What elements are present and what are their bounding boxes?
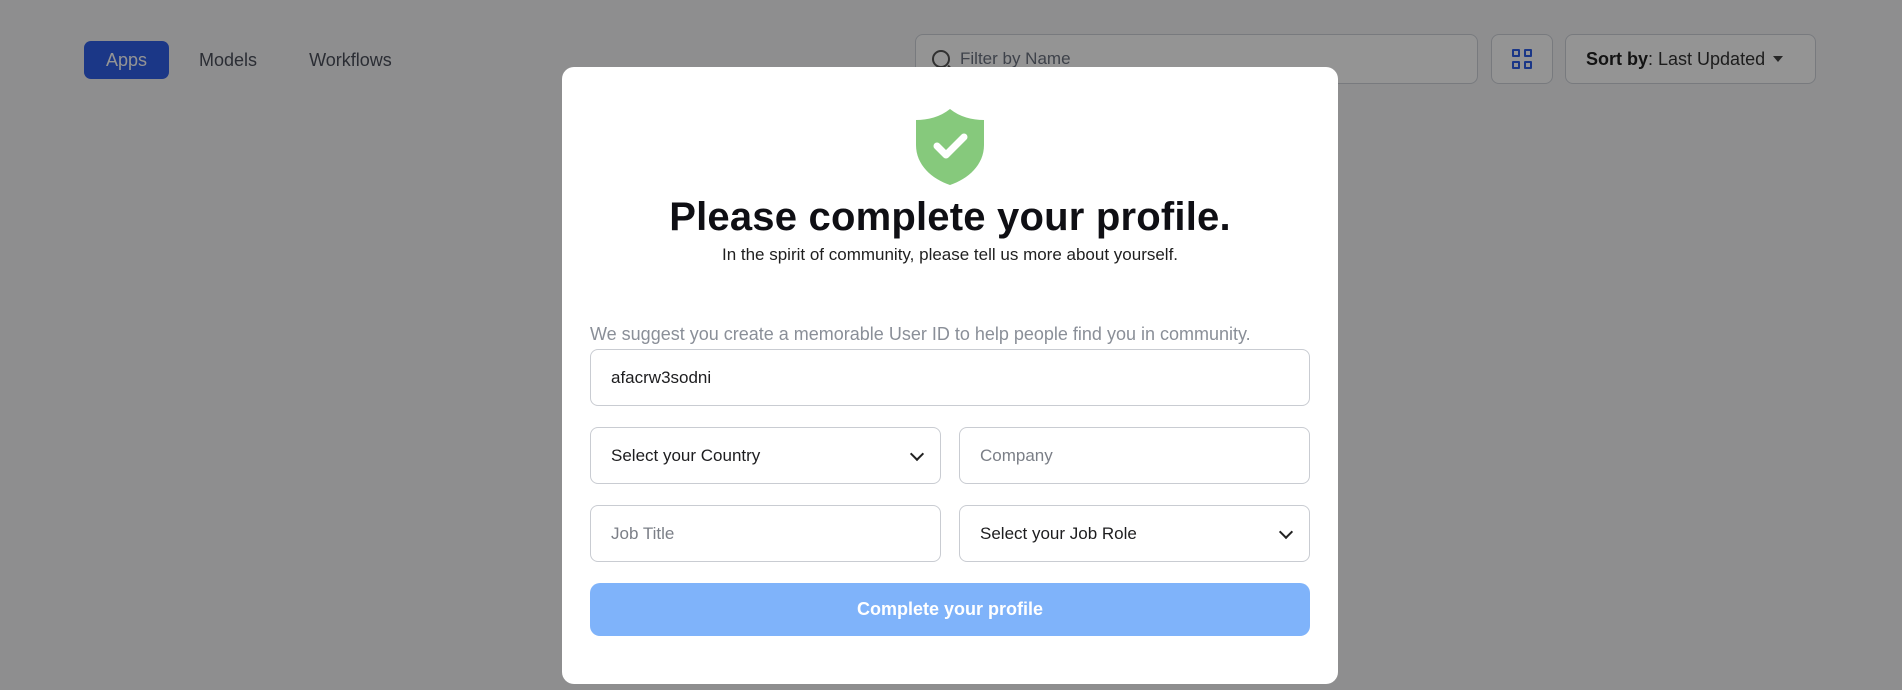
job-role-select-label: Select your Job Role <box>980 523 1137 543</box>
job-title-field[interactable]: Job Title <box>590 505 941 562</box>
user-id-hint: We suggest you create a memorable User I… <box>590 324 1251 344</box>
shield-check-icon <box>916 109 984 185</box>
complete-profile-button[interactable]: Complete your profile <box>590 583 1310 636</box>
country-select[interactable]: Select your Country <box>590 427 941 484</box>
modal-title: Please complete your profile. <box>669 195 1231 239</box>
user-id-field[interactable]: afacrw3sodni <box>590 349 1310 406</box>
country-select-label: Select your Country <box>611 445 761 465</box>
user-id-value: afacrw3sodni <box>611 367 712 387</box>
job-role-select[interactable]: Select your Job Role <box>959 505 1310 562</box>
profile-modal: Please complete your profile. In the spi… <box>562 67 1338 684</box>
company-placeholder: Company <box>980 445 1053 465</box>
chevron-down-icon <box>1278 524 1294 540</box>
chevron-down-icon <box>909 446 925 462</box>
modal-subtitle: In the spirit of community, please tell … <box>721 245 1179 264</box>
job-title-placeholder: Job Title <box>611 523 675 543</box>
company-field[interactable]: Company <box>959 427 1310 484</box>
